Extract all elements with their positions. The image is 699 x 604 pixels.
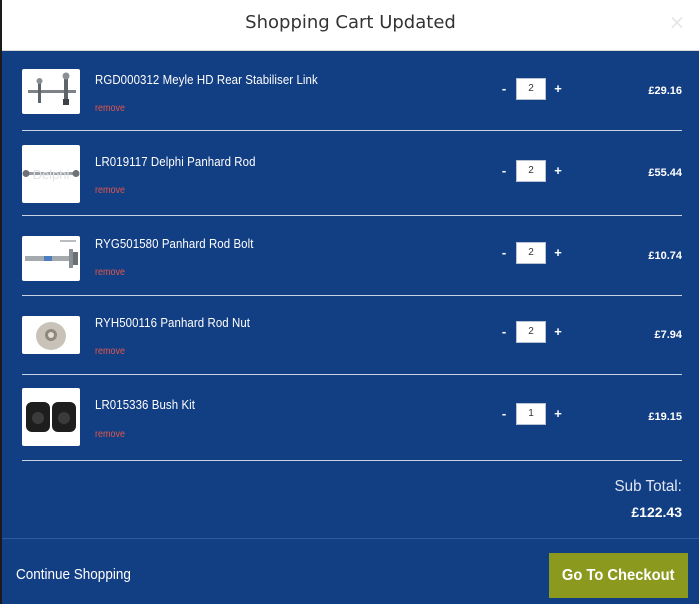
item-price: £29.16 — [648, 85, 682, 97]
decrease-quantity-button[interactable]: - — [497, 324, 511, 340]
cart-item: Delphi LR019117 Delphi Panhard Rod remov… — [22, 131, 682, 216]
decrease-quantity-button[interactable]: - — [497, 245, 511, 261]
item-name[interactable]: LR015336 Bush Kit — [95, 397, 195, 412]
item-price: £7.94 — [654, 329, 682, 341]
remove-link[interactable]: remove — [95, 103, 125, 114]
bush-kit-icon[interactable] — [22, 388, 80, 446]
remove-link[interactable]: remove — [95, 429, 125, 440]
nut-icon[interactable] — [22, 316, 80, 354]
svg-text:Delphi: Delphi — [33, 167, 70, 182]
item-price: £10.74 — [648, 250, 682, 262]
remove-link[interactable]: remove — [95, 267, 125, 278]
item-name[interactable]: LR019117 Delphi Panhard Rod — [95, 154, 256, 169]
remove-link[interactable]: remove — [95, 185, 125, 196]
stabiliser-link-icon[interactable] — [22, 69, 80, 114]
footer-divider — [2, 538, 699, 539]
subtotal-label: Sub Total: — [614, 478, 682, 495]
checkout-button-label: Go To Checkout — [562, 567, 675, 584]
cart-modal: Shopping Cart Updated × RGD000312 Meyle … — [2, 0, 699, 604]
cart-item: RYG501580 Panhard Rod Bolt remove - 2 + … — [22, 216, 682, 296]
increase-quantity-button[interactable]: + — [551, 81, 565, 97]
decrease-quantity-button[interactable]: - — [497, 406, 511, 422]
increase-quantity-button[interactable]: + — [551, 406, 565, 422]
subtotal-value: £122.43 — [631, 504, 682, 520]
increase-quantity-button[interactable]: + — [551, 163, 565, 179]
decrease-quantity-button[interactable]: - — [497, 163, 511, 179]
quantity-input[interactable]: 2 — [516, 160, 546, 182]
modal-title: Shopping Cart Updated — [245, 12, 456, 33]
remove-link[interactable]: remove — [95, 346, 125, 357]
decrease-quantity-button[interactable]: - — [497, 81, 511, 97]
close-icon[interactable]: × — [667, 12, 687, 32]
cart-item: LR015336 Bush Kit remove - 1 + £19.15 — [22, 375, 682, 461]
increase-quantity-button[interactable]: + — [551, 324, 565, 340]
quantity-input[interactable]: 1 — [516, 403, 546, 425]
quantity-input[interactable]: 2 — [516, 242, 546, 264]
item-name[interactable]: RYG501580 Panhard Rod Bolt — [95, 236, 254, 251]
cart-item: RYH500116 Panhard Rod Nut remove - 2 + £… — [22, 296, 682, 375]
item-price: £55.44 — [648, 167, 682, 179]
item-name[interactable]: RGD000312 Meyle HD Rear Stabiliser Link — [95, 72, 318, 87]
item-price: £19.15 — [648, 411, 682, 423]
quantity-input[interactable]: 2 — [516, 78, 546, 100]
panhard-rod-icon[interactable]: Delphi — [22, 145, 80, 203]
continue-shopping-link[interactable]: Continue Shopping — [16, 566, 131, 583]
quantity-input[interactable]: 2 — [516, 321, 546, 343]
bolt-icon[interactable] — [22, 236, 80, 281]
item-name[interactable]: RYH500116 Panhard Rod Nut — [95, 315, 250, 330]
increase-quantity-button[interactable]: + — [551, 245, 565, 261]
checkout-button[interactable]: Go To Checkout — [549, 553, 688, 598]
cart-item: RGD000312 Meyle HD Rear Stabiliser Link … — [22, 52, 682, 131]
modal-header: Shopping Cart Updated × — [2, 0, 699, 51]
